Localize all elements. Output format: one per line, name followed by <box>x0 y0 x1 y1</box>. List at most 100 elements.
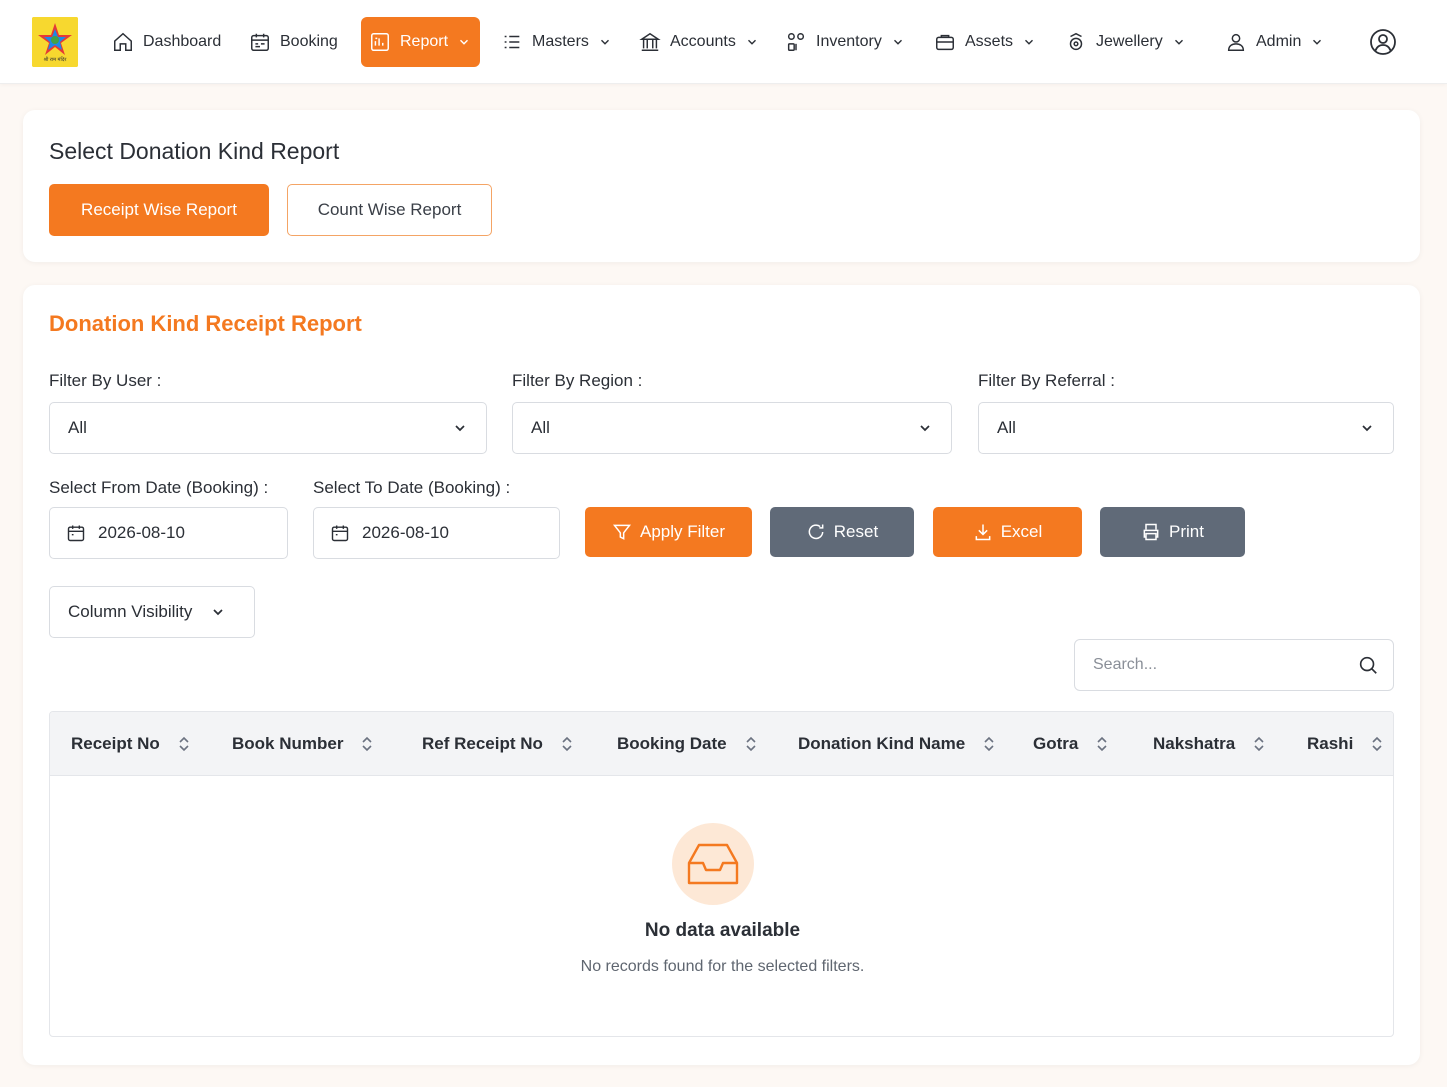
sort-icon <box>179 736 189 752</box>
calendar-icon <box>67 525 85 542</box>
nav-report-label: Report <box>400 33 449 50</box>
th-gotra-label: Gotra <box>1033 734 1079 753</box>
th-booking-date[interactable]: Booking Date <box>617 712 757 776</box>
filter-referral-value: All <box>997 418 1016 437</box>
sort-icon <box>984 736 994 752</box>
th-nakshatra-label: Nakshatra <box>1153 734 1236 753</box>
nav-assets-label: Assets <box>965 33 1014 50</box>
chevron-down-icon <box>455 425 465 432</box>
th-gotra[interactable]: Gotra <box>1033 712 1108 776</box>
refresh-icon <box>808 524 824 540</box>
ring-icon <box>1069 32 1083 51</box>
chevron-down-icon <box>920 425 930 432</box>
filter-referral-label: Filter By Referral : <box>978 371 1115 390</box>
home-icon <box>114 32 132 51</box>
th-donation-kind-name-label: Donation Kind Name <box>798 734 966 753</box>
nav-assets[interactable]: Assets <box>934 17 1036 67</box>
briefcase-icon <box>936 34 954 51</box>
filter-user-value: All <box>68 418 87 437</box>
empty-title: No data available <box>644 920 801 941</box>
print-label: Print <box>1169 522 1204 541</box>
nav-admin[interactable]: Admin <box>1225 17 1324 67</box>
th-ref-receipt-no[interactable]: Ref Receipt No <box>422 712 573 776</box>
empty-state: No data available No records found for t… <box>50 776 1393 1036</box>
receipt-wise-report-button[interactable]: Receipt Wise Report <box>49 184 269 236</box>
th-book-number-label: Book Number <box>232 734 344 753</box>
reset-label: Reset <box>833 522 879 541</box>
calendar-icon <box>251 33 269 51</box>
sort-icon <box>562 736 572 752</box>
inbox-icon <box>672 823 754 905</box>
th-rashi[interactable]: Rashi <box>1307 712 1383 776</box>
th-donation-kind-name[interactable]: Donation Kind Name <box>798 712 995 776</box>
nav-inventory[interactable]: Inventory <box>785 17 905 67</box>
th-receipt-no[interactable]: Receipt No <box>71 712 190 776</box>
nav-jewellery[interactable]: Jewellery <box>1065 17 1186 67</box>
report-title: Donation Kind Receipt Report <box>49 311 362 336</box>
sort-icon <box>745 736 756 752</box>
from-date-input[interactable]: 2026-08-10 <box>49 507 288 559</box>
bank-icon <box>639 32 661 51</box>
report-icon <box>371 33 389 51</box>
nav-admin-label: Admin <box>1256 33 1302 50</box>
from-date-label: Select From Date (Booking) : <box>49 478 269 497</box>
th-ref-receipt-no-label: Ref Receipt No <box>422 734 543 753</box>
chevron-down-icon <box>893 39 902 45</box>
nav-accounts-label: Accounts <box>670 33 736 50</box>
search-input[interactable] <box>1093 656 1333 674</box>
nav-dashboard-label: Dashboard <box>143 33 222 50</box>
count-wise-report-button[interactable]: Count Wise Report <box>287 184 492 236</box>
table-header: Receipt No Book Number Ref Receipt No Bo… <box>50 712 1393 776</box>
th-booking-date-label: Booking Date <box>617 734 727 753</box>
search-box <box>1074 639 1394 691</box>
column-visibility-dropdown[interactable]: Column Visibility <box>49 586 255 638</box>
chevron-down-icon <box>1313 39 1322 45</box>
nav-report[interactable]: Report <box>361 17 480 67</box>
nav-booking[interactable]: Booking <box>249 17 338 67</box>
excel-button[interactable]: Excel <box>933 507 1082 557</box>
printer-icon <box>1143 523 1159 541</box>
search-icon[interactable] <box>1357 654 1379 676</box>
apply-filter-label: Apply Filter <box>639 522 726 541</box>
to-date-value: 2026-08-10 <box>362 523 449 542</box>
chevron-down-icon <box>747 39 756 45</box>
reset-button[interactable]: Reset <box>770 507 914 557</box>
top-navbar: श्री राम मंदिर Dashboard Booking Report … <box>0 0 1447 84</box>
filter-user-label: Filter By User : <box>49 371 162 390</box>
report-selector-card: Select Donation Kind Report Receipt Wise… <box>23 110 1420 262</box>
user-icon <box>1227 33 1245 51</box>
report-selector-title: Select Donation Kind Report <box>49 138 340 164</box>
chevron-down-icon <box>1025 39 1034 45</box>
chevron-down-icon <box>460 39 469 45</box>
nav-masters-label: Masters <box>532 33 589 50</box>
from-date-value: 2026-08-10 <box>98 523 185 542</box>
sort-icon <box>1372 736 1382 752</box>
chevron-down-icon <box>1362 425 1372 432</box>
to-date-label: Select To Date (Booking) : <box>313 478 511 497</box>
chevron-down-icon <box>213 609 224 616</box>
th-nakshatra[interactable]: Nakshatra <box>1153 712 1265 776</box>
filter-region-select[interactable]: All <box>512 402 952 454</box>
list-icon <box>504 35 520 49</box>
filter-icon <box>612 524 632 540</box>
boxes-icon <box>787 33 805 51</box>
sort-icon <box>1254 736 1264 752</box>
temple-logo[interactable]: श्री राम मंदिर <box>32 17 78 67</box>
to-date-input[interactable]: 2026-08-10 <box>313 507 560 559</box>
nav-jewellery-label: Jewellery <box>1096 33 1163 50</box>
user-circle-icon[interactable] <box>1369 28 1397 56</box>
print-button[interactable]: Print <box>1100 507 1245 557</box>
th-receipt-no-label: Receipt No <box>71 734 160 753</box>
nav-dashboard[interactable]: Dashboard <box>112 17 221 67</box>
nav-accounts[interactable]: Accounts <box>639 17 759 67</box>
apply-filter-button[interactable]: Apply Filter <box>585 507 752 557</box>
filter-user-select[interactable]: All <box>49 402 487 454</box>
chevron-down-icon <box>600 39 609 45</box>
chevron-down-icon <box>1174 39 1183 45</box>
filter-referral-select[interactable]: All <box>978 402 1394 454</box>
report-table: Receipt No Book Number Ref Receipt No Bo… <box>49 711 1394 1037</box>
nav-masters[interactable]: Masters <box>501 17 612 67</box>
calendar-icon <box>331 525 349 542</box>
nav-booking-label: Booking <box>280 33 338 50</box>
th-book-number[interactable]: Book Number <box>232 712 373 776</box>
